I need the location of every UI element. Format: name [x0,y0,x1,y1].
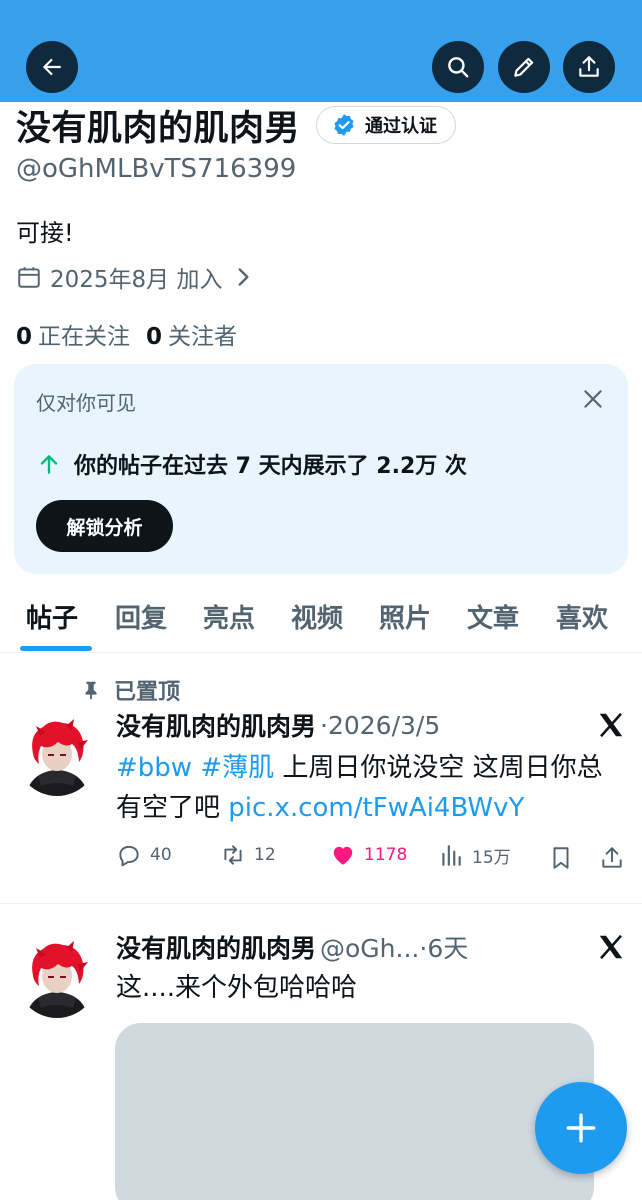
repost-icon [224,845,242,865]
like-button[interactable]: 1178 [330,842,407,868]
tab-replies[interactable]: 回复 [115,598,167,635]
chevron-right-icon [239,268,250,286]
avatar[interactable] [16,714,98,796]
impressions-stat: 你的帖子在过去 7 天内展示了 2.2万 次 [36,448,467,480]
following-link[interactable]: 0 正在关注 [16,317,130,351]
search-icon [448,57,469,78]
search-button[interactable] [432,41,484,93]
tab-posts[interactable]: 帖子 [26,598,78,635]
profile-banner [0,0,642,102]
share-icon [579,56,599,77]
active-tab-indicator [20,646,92,651]
following-count: 0 [16,324,33,350]
profile-tabs: 帖子 回复 亮点 视频 照片 文章 喜欢 [0,590,642,653]
unlock-analytics-button[interactable]: 解锁分析 [36,500,173,552]
reply-button[interactable]: 40 [116,842,172,868]
verified-badge-button[interactable]: 通过认证 [316,106,457,144]
pencil-icon [514,57,534,77]
post-author-name[interactable]: 没有肌肉的肌肉男 [116,929,316,965]
profile-name-row: 没有肌肉的肌肉男 通过认证 [16,102,457,149]
tab-highlights[interactable]: 亮点 [203,598,255,635]
repost-button[interactable]: 12 [220,842,276,868]
post-actions: 40 12 1178 15万 [116,842,628,874]
tab-videos[interactable]: 视频 [291,598,343,635]
plus-icon [566,1113,596,1143]
arrow-left-icon [42,58,61,76]
following-label: 正在关注 [38,324,131,350]
avatar[interactable] [16,936,98,1018]
pin-icon [85,681,97,700]
followers-label: 关注者 [168,324,238,350]
post-header: 没有肌肉的肌肉男 ·2026/3/5 [116,707,440,743]
views-icon [442,845,461,866]
tab-likes[interactable]: 喜欢 [556,598,608,635]
follow-stats: 0 正在关注 0 关注者 [16,317,237,351]
share-button[interactable] [563,41,615,93]
post-timestamp[interactable]: ·2026/3/5 [320,711,440,740]
heart-filled-icon [333,846,353,865]
profile-name: 没有肌肉的肌肉男 [16,108,301,149]
compose-button[interactable] [535,1082,627,1174]
profile-bio: 可接! [16,219,74,247]
pinned-label: 已置顶 [80,674,180,706]
post-text: 这....来个外包哈哈哈 [116,973,358,1003]
repost-count: 12 [254,845,276,865]
views-button[interactable]: 15万 [438,842,511,868]
bookmark-icon[interactable] [548,845,574,871]
reply-count: 40 [150,845,172,865]
post-hashtags[interactable]: #bbw #薄肌 [116,753,274,783]
like-count: 1178 [364,845,408,865]
post-media-link[interactable]: pic.x.com/tFwAi4BWvY [228,793,524,823]
back-button[interactable] [26,41,78,93]
x-logo-icon[interactable] [596,710,626,740]
post-media[interactable] [115,1023,594,1200]
close-icon[interactable] [580,386,606,412]
verified-badge-icon [334,114,354,136]
share-post-icon[interactable] [599,845,625,871]
pinned-text: 已置顶 [114,680,181,705]
joined-date: 2025年8月 加入 [50,267,223,293]
x-logo-icon[interactable] [596,932,626,962]
post-handle-timestamp[interactable]: @oGh...·6天 [320,929,468,965]
avatar-image [16,714,98,796]
tab-articles[interactable]: 文章 [467,598,519,635]
followers-link[interactable]: 0 关注者 [146,317,237,351]
private-analytics-card: 仅对你可见 你的帖子在过去 7 天内展示了 2.2万 次 解锁分析 [14,364,628,574]
joined-date-link[interactable]: 2025年8月 加入 [16,260,256,294]
tab-photos[interactable]: 照片 [379,598,431,635]
verified-label: 通过认证 [365,116,438,137]
post-author-name[interactable]: 没有肌肉的肌肉男 [116,707,316,743]
reply-icon [119,845,139,867]
followers-count: 0 [146,324,163,350]
post-header: 没有肌肉的肌肉男 @oGh...·6天 [116,929,468,965]
impressions-text: 你的帖子在过去 7 天内展示了 2.2万 次 [74,454,467,479]
edit-button[interactable] [498,41,550,93]
view-count: 15万 [472,847,511,868]
arrow-up-icon [40,455,58,474]
card-title: 仅对你可见 [36,391,136,415]
calendar-icon [18,267,40,288]
avatar-image [16,936,98,1018]
profile-handle: @oGhMLBvTS716399 [16,154,297,184]
post-divider [0,903,642,904]
post-text: #bbw #薄肌 上周日你说没空 这周日你总有空了吧 pic.x.com/tFw… [116,748,621,828]
